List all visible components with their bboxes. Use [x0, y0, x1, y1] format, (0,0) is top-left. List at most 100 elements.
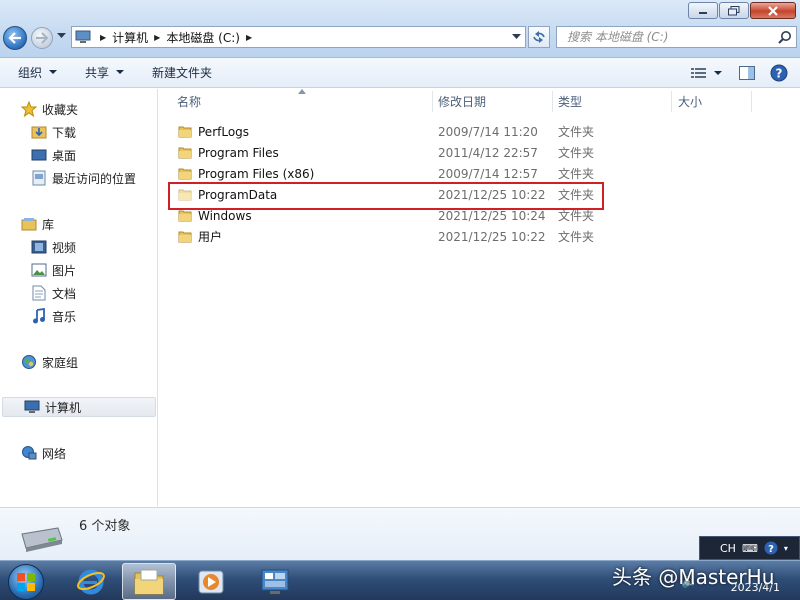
help-icon[interactable]: ? — [764, 541, 778, 555]
restore-icon — [728, 5, 740, 15]
file-name: Program Files (x86) — [198, 166, 315, 181]
recent-pages-dropdown-icon[interactable] — [57, 33, 66, 39]
search-input[interactable] — [557, 27, 774, 47]
nav-desktop[interactable]: 桌面 — [0, 145, 158, 165]
column-divider[interactable] — [751, 91, 752, 112]
nav-documents[interactable]: 文档 — [0, 283, 158, 303]
start-button[interactable] — [8, 564, 44, 600]
arrow-left-icon — [8, 32, 21, 44]
help-button[interactable]: ? — [766, 61, 792, 85]
nav-network-label: 网络 — [42, 446, 67, 461]
close-icon — [768, 5, 778, 16]
nav-videos-label: 视频 — [52, 240, 77, 255]
video-icon — [30, 239, 48, 255]
nav-network[interactable]: 网络 — [0, 443, 158, 463]
forward-button[interactable] — [31, 27, 53, 49]
chevron-right-icon[interactable]: ▶ — [240, 33, 258, 42]
computer-small-icon — [72, 27, 94, 47]
nav-downloads-label: 下载 — [52, 125, 77, 140]
nav-recent-places[interactable]: 最近访问的位置 — [0, 168, 158, 188]
window-controls — [687, 2, 796, 19]
file-list: 名称 修改日期 类型 大小 PerfLogs 2009/7/14 11:20 文… — [159, 89, 800, 506]
nav-music-label: 音乐 — [52, 309, 77, 324]
chevron-right-icon[interactable]: ▶ — [94, 33, 112, 42]
maximize-button[interactable] — [719, 2, 749, 19]
nav-computer[interactable]: 计算机 — [2, 397, 156, 417]
taskbar-media-player[interactable] — [184, 563, 238, 600]
file-row[interactable]: PerfLogs 2009/7/14 11:20 文件夹 — [169, 121, 789, 142]
taskbar-control-panel[interactable] — [248, 563, 302, 600]
column-header-size[interactable]: 大小 — [678, 89, 702, 114]
nav-pictures[interactable]: 图片 — [0, 260, 158, 280]
share-button[interactable]: 共享 — [75, 61, 134, 85]
file-name: Program Files — [198, 145, 279, 160]
organize-button[interactable]: 组织 — [8, 61, 67, 85]
item-count: 6 个对象 — [79, 519, 131, 534]
close-button[interactable] — [750, 2, 796, 19]
minimize-button[interactable] — [688, 2, 718, 19]
breadcrumb-computer[interactable]: 计算机 — [112, 29, 148, 46]
ime-indicator[interactable]: CH — [720, 542, 736, 555]
search-icon[interactable] — [774, 30, 796, 44]
chevron-right-icon[interactable]: ▶ — [148, 33, 166, 42]
preview-pane-icon — [739, 66, 755, 80]
folder-icon — [178, 147, 192, 159]
search-box[interactable] — [556, 26, 797, 48]
document-icon — [30, 285, 48, 301]
chevron-down-icon[interactable] — [714, 70, 722, 76]
address-bar[interactable]: ▶ 计算机 ▶ 本地磁盘 (C:) ▶ — [71, 26, 526, 48]
breadcrumb-drive-c[interactable]: 本地磁盘 (C:) — [166, 29, 240, 46]
taskbar-windows-explorer[interactable] — [122, 563, 176, 600]
computer-icon — [23, 399, 41, 415]
folder-icon — [178, 168, 192, 180]
folder-icon — [178, 231, 192, 243]
nav-downloads[interactable]: 下载 — [0, 122, 158, 142]
details-pane: 6 个对象 — [0, 507, 800, 560]
file-name: Windows — [198, 208, 252, 223]
back-button[interactable] — [3, 26, 27, 50]
library-icon — [20, 216, 38, 232]
nav-favorites[interactable]: 收藏夹 — [0, 99, 158, 119]
window-title-bar: ▶ 计算机 ▶ 本地磁盘 (C:) ▶ — [0, 0, 800, 58]
new-folder-button[interactable]: 新建文件夹 — [142, 61, 222, 85]
windows-logo-icon — [17, 573, 35, 591]
view-options-button[interactable] — [686, 61, 712, 85]
taskbar-internet-explorer[interactable] — [64, 563, 118, 600]
nav-libraries-label: 库 — [42, 217, 55, 232]
file-type: 文件夹 — [558, 167, 595, 181]
keyboard-icon[interactable]: ⌨ — [742, 542, 758, 555]
chevron-down-icon[interactable]: ▾ — [784, 544, 788, 553]
file-name: PerfLogs — [198, 124, 250, 139]
nav-videos[interactable]: 视频 — [0, 237, 158, 257]
nav-music[interactable]: 音乐 — [0, 306, 158, 326]
toolbar-right: ? — [680, 61, 792, 85]
nav-recent-label: 最近访问的位置 — [52, 171, 137, 186]
refresh-button[interactable] — [528, 26, 550, 48]
address-dropdown-icon[interactable] — [512, 34, 521, 40]
recent-places-icon — [30, 170, 48, 186]
organize-label: 组织 — [18, 66, 43, 80]
column-header-date[interactable]: 修改日期 — [438, 89, 486, 114]
column-header-name[interactable]: 名称 — [177, 89, 201, 114]
downloads-folder-icon — [30, 124, 48, 140]
svg-text:?: ? — [776, 67, 783, 81]
nav-libraries[interactable]: 库 — [0, 214, 158, 234]
file-type: 文件夹 — [558, 125, 595, 139]
watermark-text: 头条 @MasterHu — [612, 565, 775, 589]
file-date: 2011/4/12 22:57 — [438, 145, 538, 160]
file-row[interactable]: 用户 2021/12/25 10:22 文件夹 — [169, 226, 789, 247]
column-divider[interactable] — [671, 91, 672, 112]
network-icon — [20, 445, 38, 461]
picture-icon — [30, 262, 48, 278]
arrow-right-icon — [36, 32, 49, 44]
file-row[interactable]: Program Files (x86) 2009/7/14 12:57 文件夹 — [169, 163, 789, 184]
nav-homegroup-label: 家庭组 — [42, 355, 79, 370]
file-date: 2021/12/25 10:24 — [438, 208, 546, 223]
navigation-pane: 收藏夹 下载 桌面 最近访问的位置 库 视频 图片 文档 音乐 家庭组 计算机 — [0, 89, 158, 506]
preview-pane-button[interactable] — [734, 61, 760, 85]
column-divider[interactable] — [432, 91, 433, 112]
file-row[interactable]: Program Files 2011/4/12 22:57 文件夹 — [169, 142, 789, 163]
column-divider[interactable] — [552, 91, 553, 112]
column-header-type[interactable]: 类型 — [558, 89, 582, 114]
nav-homegroup[interactable]: 家庭组 — [0, 352, 158, 372]
